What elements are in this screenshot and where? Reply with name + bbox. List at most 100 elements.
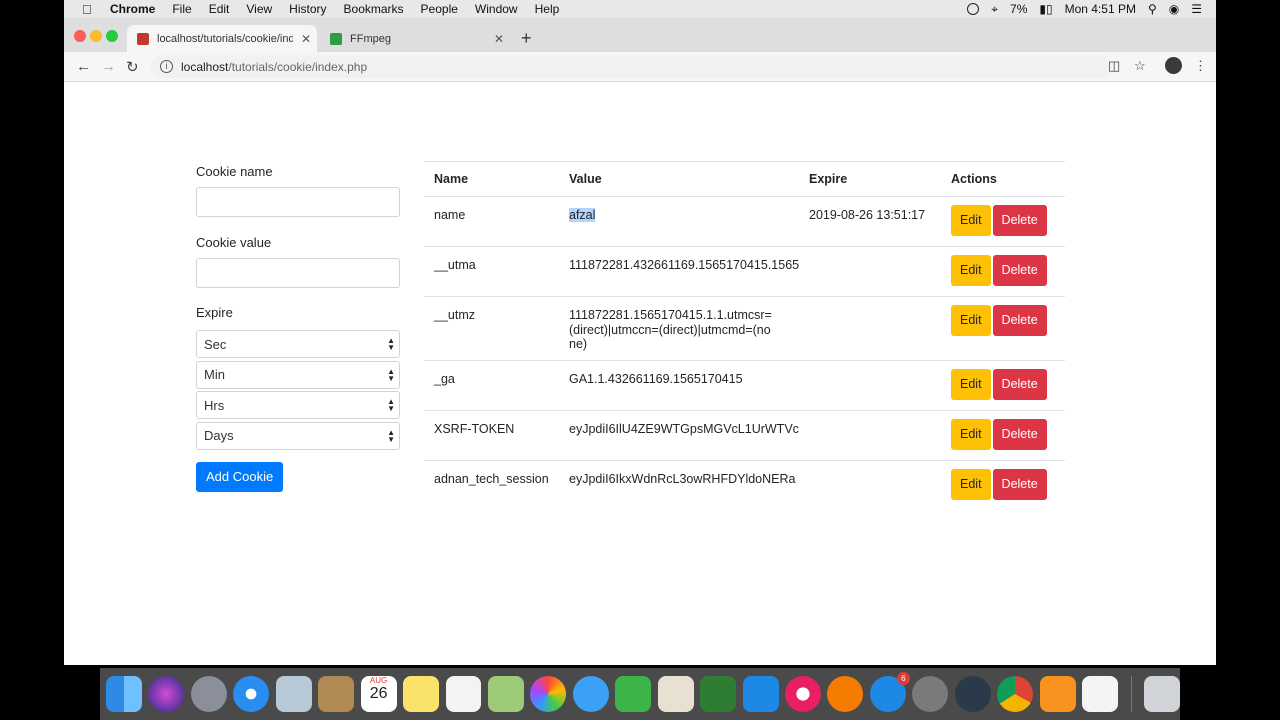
tab-title: FFmpeg: [350, 32, 391, 45]
expire-minutes-select[interactable]: Min ▲ ▼: [196, 360, 400, 389]
delete-button[interactable]: Delete: [992, 305, 1047, 336]
app-store-icon[interactable]: 6: [869, 672, 910, 712]
back-icon[interactable]: ←: [76, 58, 91, 75]
select-arrows-icon: ▲ ▼: [387, 397, 395, 413]
tab-cookie[interactable]: localhost/tutorials/cookie/inde ✕: [127, 25, 317, 52]
launchpad-icon[interactable]: [190, 676, 227, 712]
menu-file[interactable]: File: [172, 2, 191, 16]
menu-help[interactable]: Help: [535, 2, 560, 16]
close-tab-icon[interactable]: ✕: [301, 32, 311, 46]
cookie-value-cell: 111872281.1565170415.1.1.utmcsr=(direct)…: [559, 296, 799, 361]
menu-view[interactable]: View: [246, 2, 272, 16]
cookie-value-input[interactable]: [196, 258, 400, 288]
quicktime-icon[interactable]: [954, 676, 991, 712]
delete-button[interactable]: Delete: [992, 369, 1047, 400]
minimize-window-button[interactable]: [90, 30, 102, 42]
profile-avatar[interactable]: [1165, 57, 1182, 74]
cookie-name-input[interactable]: [196, 187, 400, 217]
notes-icon[interactable]: [403, 676, 439, 712]
cookie-value: eyJpdiI6IkxWdnRcL3owRHFDYldoNERa: [569, 472, 796, 486]
wifi-icon[interactable]: ⌖: [991, 2, 998, 17]
battery-percent: 7%: [1010, 2, 1028, 16]
cookie-name: name: [424, 196, 559, 247]
textedit-icon[interactable]: [1082, 676, 1118, 712]
keynote-icon[interactable]: [742, 676, 779, 712]
finder-icon[interactable]: [106, 676, 142, 712]
sublime-text-icon[interactable]: [1039, 676, 1076, 712]
col-name-header: Name: [424, 161, 559, 197]
system-preferences-icon[interactable]: [912, 676, 949, 712]
chrome-menu-icon[interactable]: ⋮: [1194, 58, 1207, 74]
delete-button[interactable]: Delete: [992, 205, 1047, 236]
tab-ffmpeg[interactable]: FFmpeg ✕: [320, 25, 506, 52]
forward-icon[interactable]: →: [101, 58, 116, 75]
messages-icon[interactable]: [572, 676, 609, 712]
screen-record-icon[interactable]: [967, 3, 980, 15]
close-window-button[interactable]: [74, 30, 86, 42]
url-path: /tutorials/cookie/index.php: [228, 59, 368, 74]
books-icon[interactable]: [827, 676, 864, 712]
menu-people[interactable]: People: [421, 2, 458, 16]
battery-icon[interactable]: ▮▯: [1039, 2, 1052, 16]
table-row: __utmz 111872281.1565170415.1.1.utmcsr=(…: [424, 296, 1065, 361]
edit-button[interactable]: Edit: [951, 419, 991, 450]
notification-center-icon[interactable]: ☰: [1191, 2, 1202, 16]
menu-history[interactable]: History: [289, 2, 326, 16]
delete-button[interactable]: Delete: [992, 469, 1047, 500]
add-cookie-button[interactable]: Add Cookie: [196, 461, 284, 492]
pages-icon[interactable]: [657, 676, 694, 712]
translate-icon[interactable]: ◫: [1108, 58, 1120, 74]
col-actions-header: Actions: [941, 161, 1065, 197]
bookmark-star-icon[interactable]: ☆: [1134, 58, 1146, 74]
clock[interactable]: Mon 4:51 PM: [1065, 2, 1136, 16]
info-icon[interactable]: i: [160, 60, 173, 73]
cookie-value-cell: 111872281.432661169.1565170415.1565: [559, 246, 799, 297]
cookie-value-cell: afzal: [559, 196, 799, 247]
numbers-icon[interactable]: [700, 676, 737, 712]
siri-icon[interactable]: ◉: [1169, 2, 1179, 16]
itunes-icon[interactable]: [785, 676, 821, 712]
tab-bar: localhost/tutorials/cookie/inde ✕ FFmpeg…: [64, 18, 1216, 52]
cookie-name: _ga: [424, 360, 559, 411]
photos-icon[interactable]: [530, 676, 567, 712]
delete-button[interactable]: Delete: [992, 419, 1047, 450]
edit-button[interactable]: Edit: [951, 469, 991, 500]
expire-days-select[interactable]: Days ▲ ▼: [196, 421, 400, 450]
dock-divider: [1130, 676, 1132, 712]
safari-icon[interactable]: [233, 676, 270, 712]
calendar-icon[interactable]: AUG 26: [360, 676, 397, 712]
new-tab-icon[interactable]: +: [521, 28, 532, 49]
reload-icon[interactable]: ↻: [126, 58, 139, 76]
address-bar[interactable]: i localhost/tutorials/cookie/index.php: [150, 55, 1112, 78]
actions-cell: Edit Delete: [941, 196, 1065, 247]
trash-icon[interactable]: [1144, 676, 1180, 712]
spotlight-icon[interactable]: ⚲: [1148, 2, 1157, 16]
mail-icon[interactable]: [275, 676, 312, 712]
apple-icon[interactable]: : [82, 2, 96, 17]
expire-seconds-select[interactable]: Sec ▲ ▼: [196, 330, 400, 358]
cookie-value: 111872281.1565170415.1.1.utmcsr=(direct)…: [569, 308, 772, 351]
tab-title: localhost/tutorials/cookie/inde: [157, 32, 293, 45]
expire-hours-select[interactable]: Hrs ▲ ▼: [196, 391, 400, 419]
menu-chrome[interactable]: Chrome: [110, 2, 155, 16]
cookie-value-label: Cookie value: [196, 235, 272, 250]
facetime-icon[interactable]: [615, 676, 652, 712]
reminders-icon[interactable]: [445, 676, 482, 712]
maps-icon[interactable]: [487, 676, 524, 712]
url-host: localhost: [181, 59, 229, 74]
delete-button[interactable]: Delete: [992, 255, 1047, 286]
chrome-icon[interactable]: [997, 676, 1034, 712]
edit-button[interactable]: Edit: [951, 305, 991, 336]
edit-button[interactable]: Edit: [951, 369, 991, 400]
edit-button[interactable]: Edit: [951, 255, 991, 286]
menu-window[interactable]: Window: [475, 2, 518, 16]
close-tab-icon[interactable]: ✕: [494, 32, 504, 46]
siri-icon[interactable]: [148, 676, 185, 712]
menu-edit[interactable]: Edit: [209, 2, 230, 16]
calendar-month: AUG: [369, 676, 388, 685]
edit-button[interactable]: Edit: [951, 205, 991, 236]
zoom-window-button[interactable]: [106, 30, 118, 42]
contacts-icon[interactable]: [318, 676, 355, 712]
menu-bookmarks[interactable]: Bookmarks: [344, 2, 404, 16]
col-expire-header: Expire: [799, 161, 941, 197]
